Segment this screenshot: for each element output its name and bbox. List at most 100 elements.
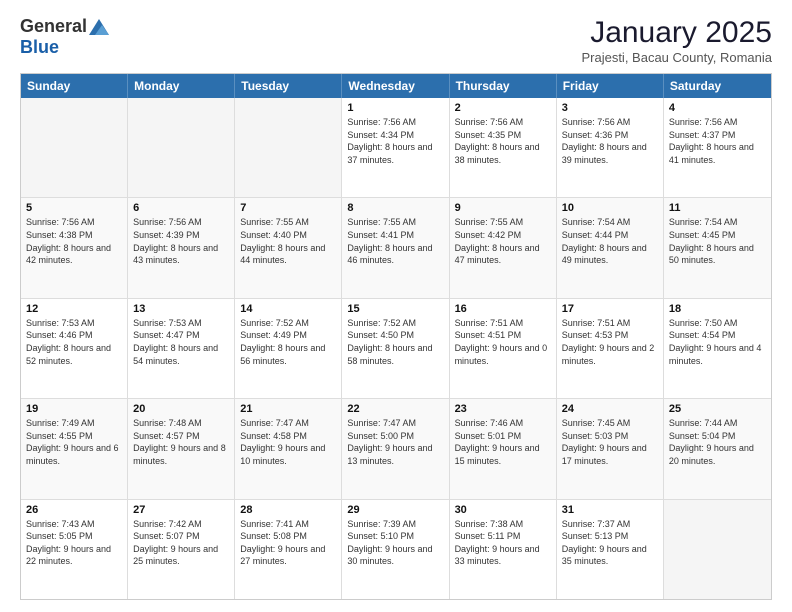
day-number: 8 (347, 202, 443, 214)
day-number: 27 (133, 504, 229, 516)
calendar-cell: 7 Sunrise: 7:55 AM Sunset: 4:40 PM Daylig… (235, 198, 342, 297)
calendar-header: SundayMondayTuesdayWednesdayThursdayFrid… (21, 74, 771, 98)
cell-daylight-info: Sunrise: 7:50 AM Sunset: 4:54 PM Dayligh… (669, 317, 766, 367)
cell-daylight-info: Sunrise: 7:38 AM Sunset: 5:11 PM Dayligh… (455, 518, 551, 568)
calendar-cell: 16 Sunrise: 7:51 AM Sunset: 4:51 PM Dayli… (450, 299, 557, 398)
location: Prajesti, Bacau County, Romania (581, 50, 772, 65)
cell-daylight-info: Sunrise: 7:46 AM Sunset: 5:01 PM Dayligh… (455, 417, 551, 467)
cell-daylight-info: Sunrise: 7:56 AM Sunset: 4:36 PM Dayligh… (562, 116, 658, 166)
calendar-header-cell: Monday (128, 74, 235, 98)
calendar-header-cell: Tuesday (235, 74, 342, 98)
calendar-header-cell: Thursday (450, 74, 557, 98)
calendar-cell: 28 Sunrise: 7:41 AM Sunset: 5:08 PM Dayli… (235, 500, 342, 599)
calendar-cell: 8Sunrise: 7:55 AM Sunset: 4:41 PM Daylig… (342, 198, 449, 297)
calendar-header-cell: Sunday (21, 74, 128, 98)
cell-daylight-info: Sunrise: 7:56 AM Sunset: 4:38 PM Dayligh… (26, 216, 122, 266)
page-header: General Blue January 2025 Prajesti, Baca… (20, 16, 772, 65)
calendar-cell: 10 Sunrise: 7:54 AM Sunset: 4:44 PM Dayli… (557, 198, 664, 297)
calendar-cell: 22Sunrise: 7:47 AM Sunset: 5:00 PM Dayli… (342, 399, 449, 498)
calendar-cell: 14 Sunrise: 7:52 AM Sunset: 4:49 PM Dayli… (235, 299, 342, 398)
cell-daylight-info: Sunrise: 7:39 AM Sunset: 5:10 PM Dayligh… (347, 518, 443, 568)
day-number: 12 (26, 303, 122, 315)
day-number: 20 (133, 403, 229, 415)
day-number: 29 (347, 504, 443, 516)
calendar-cell: 27 Sunrise: 7:42 AM Sunset: 5:07 PM Dayli… (128, 500, 235, 599)
calendar-cell: 17Sunrise: 7:51 AM Sunset: 4:53 PM Dayli… (557, 299, 664, 398)
cell-daylight-info: Sunrise: 7:53 AM Sunset: 4:46 PM Dayligh… (26, 317, 122, 367)
cell-daylight-info: Sunrise: 7:53 AM Sunset: 4:47 PM Dayligh… (133, 317, 229, 367)
calendar-row: 26 Sunrise: 7:43 AM Sunset: 5:05 PM Dayli… (21, 500, 771, 599)
day-number: 19 (26, 403, 122, 415)
calendar-cell: 4 Sunrise: 7:56 AM Sunset: 4:37 PM Daylig… (664, 98, 771, 197)
cell-daylight-info: Sunrise: 7:51 AM Sunset: 4:51 PM Dayligh… (455, 317, 551, 367)
day-number: 5 (26, 202, 122, 214)
calendar-row: 19Sunrise: 7:49 AM Sunset: 4:55 PM Dayli… (21, 399, 771, 499)
calendar-row: 1 Sunrise: 7:56 AM Sunset: 4:34 PM Daylig… (21, 98, 771, 198)
day-number: 14 (240, 303, 336, 315)
calendar-cell: 3 Sunrise: 7:56 AM Sunset: 4:36 PM Daylig… (557, 98, 664, 197)
calendar-header-cell: Friday (557, 74, 664, 98)
cell-daylight-info: Sunrise: 7:56 AM Sunset: 4:34 PM Dayligh… (347, 116, 443, 166)
calendar-cell: 2 Sunrise: 7:56 AM Sunset: 4:35 PM Daylig… (450, 98, 557, 197)
cell-daylight-info: Sunrise: 7:52 AM Sunset: 4:50 PM Dayligh… (347, 317, 443, 367)
day-number: 2 (455, 102, 551, 114)
calendar-cell: 19Sunrise: 7:49 AM Sunset: 4:55 PM Dayli… (21, 399, 128, 498)
cell-daylight-info: Sunrise: 7:54 AM Sunset: 4:44 PM Dayligh… (562, 216, 658, 266)
cell-daylight-info: Sunrise: 7:56 AM Sunset: 4:35 PM Dayligh… (455, 116, 551, 166)
calendar-cell: 1 Sunrise: 7:56 AM Sunset: 4:34 PM Daylig… (342, 98, 449, 197)
day-number: 16 (455, 303, 551, 315)
day-number: 24 (562, 403, 658, 415)
cell-daylight-info: Sunrise: 7:55 AM Sunset: 4:42 PM Dayligh… (455, 216, 551, 266)
calendar-cell: 31Sunrise: 7:37 AM Sunset: 5:13 PM Dayli… (557, 500, 664, 599)
calendar-cell: 26 Sunrise: 7:43 AM Sunset: 5:05 PM Dayli… (21, 500, 128, 599)
day-number: 3 (562, 102, 658, 114)
logo: General Blue (20, 16, 109, 58)
cell-daylight-info: Sunrise: 7:43 AM Sunset: 5:05 PM Dayligh… (26, 518, 122, 568)
day-number: 17 (562, 303, 658, 315)
day-number: 4 (669, 102, 766, 114)
calendar-cell: 23 Sunrise: 7:46 AM Sunset: 5:01 PM Dayli… (450, 399, 557, 498)
day-number: 15 (347, 303, 443, 315)
cell-daylight-info: Sunrise: 7:47 AM Sunset: 4:58 PM Dayligh… (240, 417, 336, 467)
cell-daylight-info: Sunrise: 7:55 AM Sunset: 4:40 PM Dayligh… (240, 216, 336, 266)
day-number: 21 (240, 403, 336, 415)
day-number: 10 (562, 202, 658, 214)
calendar-cell-empty (128, 98, 235, 197)
calendar-cell: 5 Sunrise: 7:56 AM Sunset: 4:38 PM Daylig… (21, 198, 128, 297)
cell-daylight-info: Sunrise: 7:41 AM Sunset: 5:08 PM Dayligh… (240, 518, 336, 568)
day-number: 22 (347, 403, 443, 415)
calendar-cell: 25 Sunrise: 7:44 AM Sunset: 5:04 PM Dayli… (664, 399, 771, 498)
cell-daylight-info: Sunrise: 7:45 AM Sunset: 5:03 PM Dayligh… (562, 417, 658, 467)
cell-daylight-info: Sunrise: 7:48 AM Sunset: 4:57 PM Dayligh… (133, 417, 229, 467)
calendar-cell: 6Sunrise: 7:56 AM Sunset: 4:39 PM Daylig… (128, 198, 235, 297)
calendar-cell: 21 Sunrise: 7:47 AM Sunset: 4:58 PM Dayli… (235, 399, 342, 498)
day-number: 25 (669, 403, 766, 415)
logo-triangle-icon (89, 17, 109, 37)
calendar-cell-empty (235, 98, 342, 197)
calendar-row: 5 Sunrise: 7:56 AM Sunset: 4:38 PM Daylig… (21, 198, 771, 298)
cell-daylight-info: Sunrise: 7:44 AM Sunset: 5:04 PM Dayligh… (669, 417, 766, 467)
cell-daylight-info: Sunrise: 7:56 AM Sunset: 4:37 PM Dayligh… (669, 116, 766, 166)
calendar-body: 1 Sunrise: 7:56 AM Sunset: 4:34 PM Daylig… (21, 98, 771, 599)
day-number: 13 (133, 303, 229, 315)
day-number: 26 (26, 504, 122, 516)
day-number: 28 (240, 504, 336, 516)
calendar-cell: 30 Sunrise: 7:38 AM Sunset: 5:11 PM Dayli… (450, 500, 557, 599)
cell-daylight-info: Sunrise: 7:42 AM Sunset: 5:07 PM Dayligh… (133, 518, 229, 568)
day-number: 7 (240, 202, 336, 214)
day-number: 30 (455, 504, 551, 516)
cell-daylight-info: Sunrise: 7:37 AM Sunset: 5:13 PM Dayligh… (562, 518, 658, 568)
month-title: January 2025 (581, 16, 772, 50)
calendar-cell: 15 Sunrise: 7:52 AM Sunset: 4:50 PM Dayli… (342, 299, 449, 398)
logo-general: General (20, 16, 87, 37)
cell-daylight-info: Sunrise: 7:52 AM Sunset: 4:49 PM Dayligh… (240, 317, 336, 367)
calendar-cell-empty (664, 500, 771, 599)
calendar-cell-empty (21, 98, 128, 197)
day-number: 23 (455, 403, 551, 415)
calendar-cell: 24 Sunrise: 7:45 AM Sunset: 5:03 PM Dayli… (557, 399, 664, 498)
logo-blue: Blue (20, 37, 59, 57)
calendar-cell: 20 Sunrise: 7:48 AM Sunset: 4:57 PM Dayli… (128, 399, 235, 498)
day-number: 18 (669, 303, 766, 315)
calendar-cell: 18 Sunrise: 7:50 AM Sunset: 4:54 PM Dayli… (664, 299, 771, 398)
day-number: 1 (347, 102, 443, 114)
